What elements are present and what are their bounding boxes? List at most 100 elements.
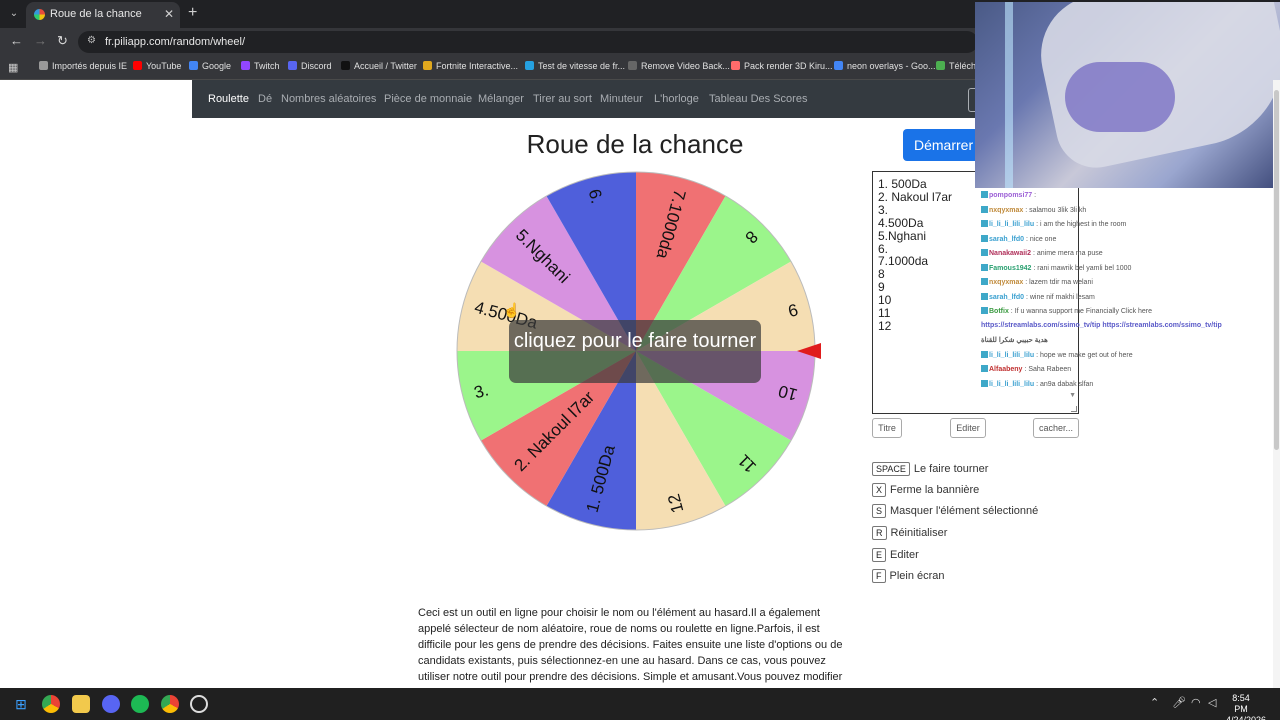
bookmark-item[interactable]: Accueil / Twitter	[341, 61, 417, 71]
youtube-icon	[133, 61, 142, 70]
chat-line: pompomsi77 :	[981, 191, 1036, 199]
resize-grip-icon[interactable]	[1071, 406, 1077, 412]
site-navbar: Roulette Dé Nombres aléatoires Pièce de …	[192, 80, 982, 118]
nav-roulette[interactable]: Roulette	[208, 93, 249, 105]
chat-line: sarah_lfd0 : nice one	[981, 234, 1057, 243]
nav-tirer-au-sort[interactable]: Tirer au sort	[533, 93, 592, 105]
microphone-icon[interactable]: 🎤︎	[1172, 696, 1186, 709]
taskbar-clock[interactable]: 8:54 PM 4/24/2026	[1226, 693, 1266, 726]
hotkey-item: X Ferme la bannière	[872, 483, 979, 497]
address-bar[interactable]: ⚙ fr.piliapp.com/random/wheel/	[78, 31, 978, 53]
app-icon[interactable]	[190, 695, 208, 713]
chat-message: i am the highest in the room	[1039, 221, 1127, 228]
scrollbar-thumb[interactable]	[1274, 90, 1279, 450]
chat-username: sarah_lfd0	[989, 293, 1025, 301]
google-icon	[834, 61, 843, 70]
bookmark-item[interactable]: Pack render 3D Kiru...	[731, 61, 833, 71]
key-x: X	[872, 483, 887, 497]
tray-chevron-icon[interactable]: ⌃	[1150, 696, 1159, 709]
hotkey-item: S Masquer l'élément sélectionné	[872, 504, 1038, 518]
chat-overlay: pompomsi77 : nxqyxmax : salamou 3lik 3li…	[978, 188, 1278, 388]
bookmark-item[interactable]: Discord	[288, 61, 332, 71]
x-icon	[341, 61, 350, 70]
chat-line: li_li_li_lili_lilu : an9a dabak slfan	[981, 379, 1093, 388]
speedtest-icon	[525, 61, 534, 70]
bookmark-item[interactable]: Fortnite Interactive...	[423, 61, 518, 71]
bookmark-item[interactable]: Google	[189, 61, 231, 71]
spin-overlay[interactable]: cliquez pour le faire tourner	[509, 320, 761, 383]
discord-icon	[288, 61, 297, 70]
chat-message: If u wanna support me Financially Click …	[1014, 308, 1153, 315]
chat-line: li_li_li_lili_lilu : i am the highest in…	[981, 220, 1126, 228]
hotkey-label: Ferme la bannière	[890, 484, 980, 496]
reload-icon[interactable]: ↻	[57, 33, 68, 49]
nav-horloge[interactable]: L'horloge	[654, 93, 699, 105]
hotkey-item: E Editer	[872, 548, 919, 562]
wifi-icon[interactable]: ◠	[1191, 696, 1201, 709]
chat-message: nice one	[1029, 235, 1057, 243]
bookmark-item[interactable]: Test de vitesse de fr...	[525, 61, 625, 71]
start-button[interactable]: Démarrer	[903, 129, 983, 161]
chat-badge-icon	[981, 234, 988, 242]
chat-line: nxqyxmax : salamou 3lik 3li kh	[981, 205, 1086, 214]
nav-minuteur[interactable]: Minuteur	[600, 93, 643, 105]
key-r: R	[872, 526, 887, 540]
hotkey-label: Masquer l'élément sélectionné	[890, 505, 1039, 517]
nav-de[interactable]: Dé	[258, 93, 272, 105]
chrome-taskbar-icon[interactable]	[42, 695, 60, 713]
bookmark-item[interactable]: neon overlays - Goo...	[834, 61, 936, 71]
windows-start-icon[interactable]: ⊞	[12, 695, 30, 713]
url-text: fr.piliapp.com/random/wheel/	[105, 36, 246, 48]
apps-grid-icon[interactable]: ▦	[8, 61, 18, 74]
tab-search-icon[interactable]: ⌄	[6, 6, 22, 22]
bookmark-item[interactable]: Remove Video Back...	[628, 61, 730, 71]
chat-message: Saha Rabeen	[1028, 366, 1072, 373]
nav-tableau-des-scores[interactable]: Tableau Des Scores	[709, 93, 807, 105]
title-button[interactable]: Titre	[872, 418, 902, 438]
forward-icon[interactable]: →	[34, 33, 47, 48]
chat-message: hope we make get out of here	[1039, 351, 1133, 359]
tab-close-icon[interactable]: ✕	[164, 7, 174, 21]
bookmark-item[interactable]: Téléch	[936, 61, 976, 71]
chrome-profile-icon[interactable]	[161, 695, 179, 713]
spotify-icon[interactable]	[131, 695, 149, 713]
scroll-down-icon[interactable]: ▼	[1069, 390, 1076, 403]
chat-message: هدية حبيبي شكرا للقناة	[981, 337, 1048, 344]
chat-username: li_li_li_lili_lilu	[989, 221, 1035, 228]
bookmark-item[interactable]: YouTube	[133, 61, 181, 71]
fortnite-icon	[423, 61, 432, 70]
nav-melanger[interactable]: Mélanger	[478, 93, 524, 105]
speaker-icon[interactable]: ◁	[1208, 696, 1216, 709]
hotkey-item: SPACE Le faire tourner	[872, 462, 988, 476]
chat-line: https://streamlabs.com/ssimo_tv/tip http…	[981, 322, 1222, 329]
chat-badge-icon	[981, 191, 988, 198]
chat-badge-icon	[981, 263, 988, 271]
nav-nombres-aleatoires[interactable]: Nombres aléatoires	[281, 93, 376, 105]
clock-time: 8:54 PM	[1232, 693, 1250, 714]
site-info-icon[interactable]: ⚙	[87, 35, 96, 46]
webcam-hand	[1065, 62, 1175, 132]
chat-badge-icon	[981, 278, 988, 285]
chat-username: Nanakawaii2	[989, 250, 1032, 257]
hotkey-label: Plein écran	[889, 570, 945, 582]
hide-button[interactable]: cacher...	[1033, 418, 1079, 438]
taskbar: ⊞ ⌃ 🎤︎ ◠ ◁ 8:54 PM 4/24/2026	[0, 688, 1280, 725]
hotkey-label: Réinitialiser	[890, 527, 948, 539]
twitch-icon	[241, 61, 250, 70]
chat-message: rani mawrik bel yamli bel 1000	[1037, 264, 1132, 272]
page-scrollbar[interactable]	[1273, 80, 1280, 690]
bookmark-item[interactable]: Twitch	[241, 61, 280, 71]
hotkey-item: R Réinitialiser	[872, 526, 947, 540]
discord-taskbar-icon[interactable]	[102, 695, 120, 713]
download-icon	[936, 61, 945, 70]
edit-button[interactable]: Editer	[950, 418, 986, 438]
chat-message: https://streamlabs.com/ssimo_tv/tip http…	[981, 321, 1222, 329]
file-explorer-icon[interactable]	[72, 695, 90, 713]
chat-line: li_li_li_lili_lilu : hope we make get ou…	[981, 350, 1133, 359]
nav-piece-de-monnaie[interactable]: Pièce de monnaie	[384, 93, 472, 105]
bookmark-item[interactable]: Importés depuis IE	[39, 61, 127, 71]
browser-tab[interactable]: Roue de la chance ✕	[26, 2, 180, 28]
key-s: S	[872, 504, 887, 518]
back-icon[interactable]: ←	[10, 33, 23, 48]
new-tab-icon[interactable]: +	[188, 4, 197, 22]
